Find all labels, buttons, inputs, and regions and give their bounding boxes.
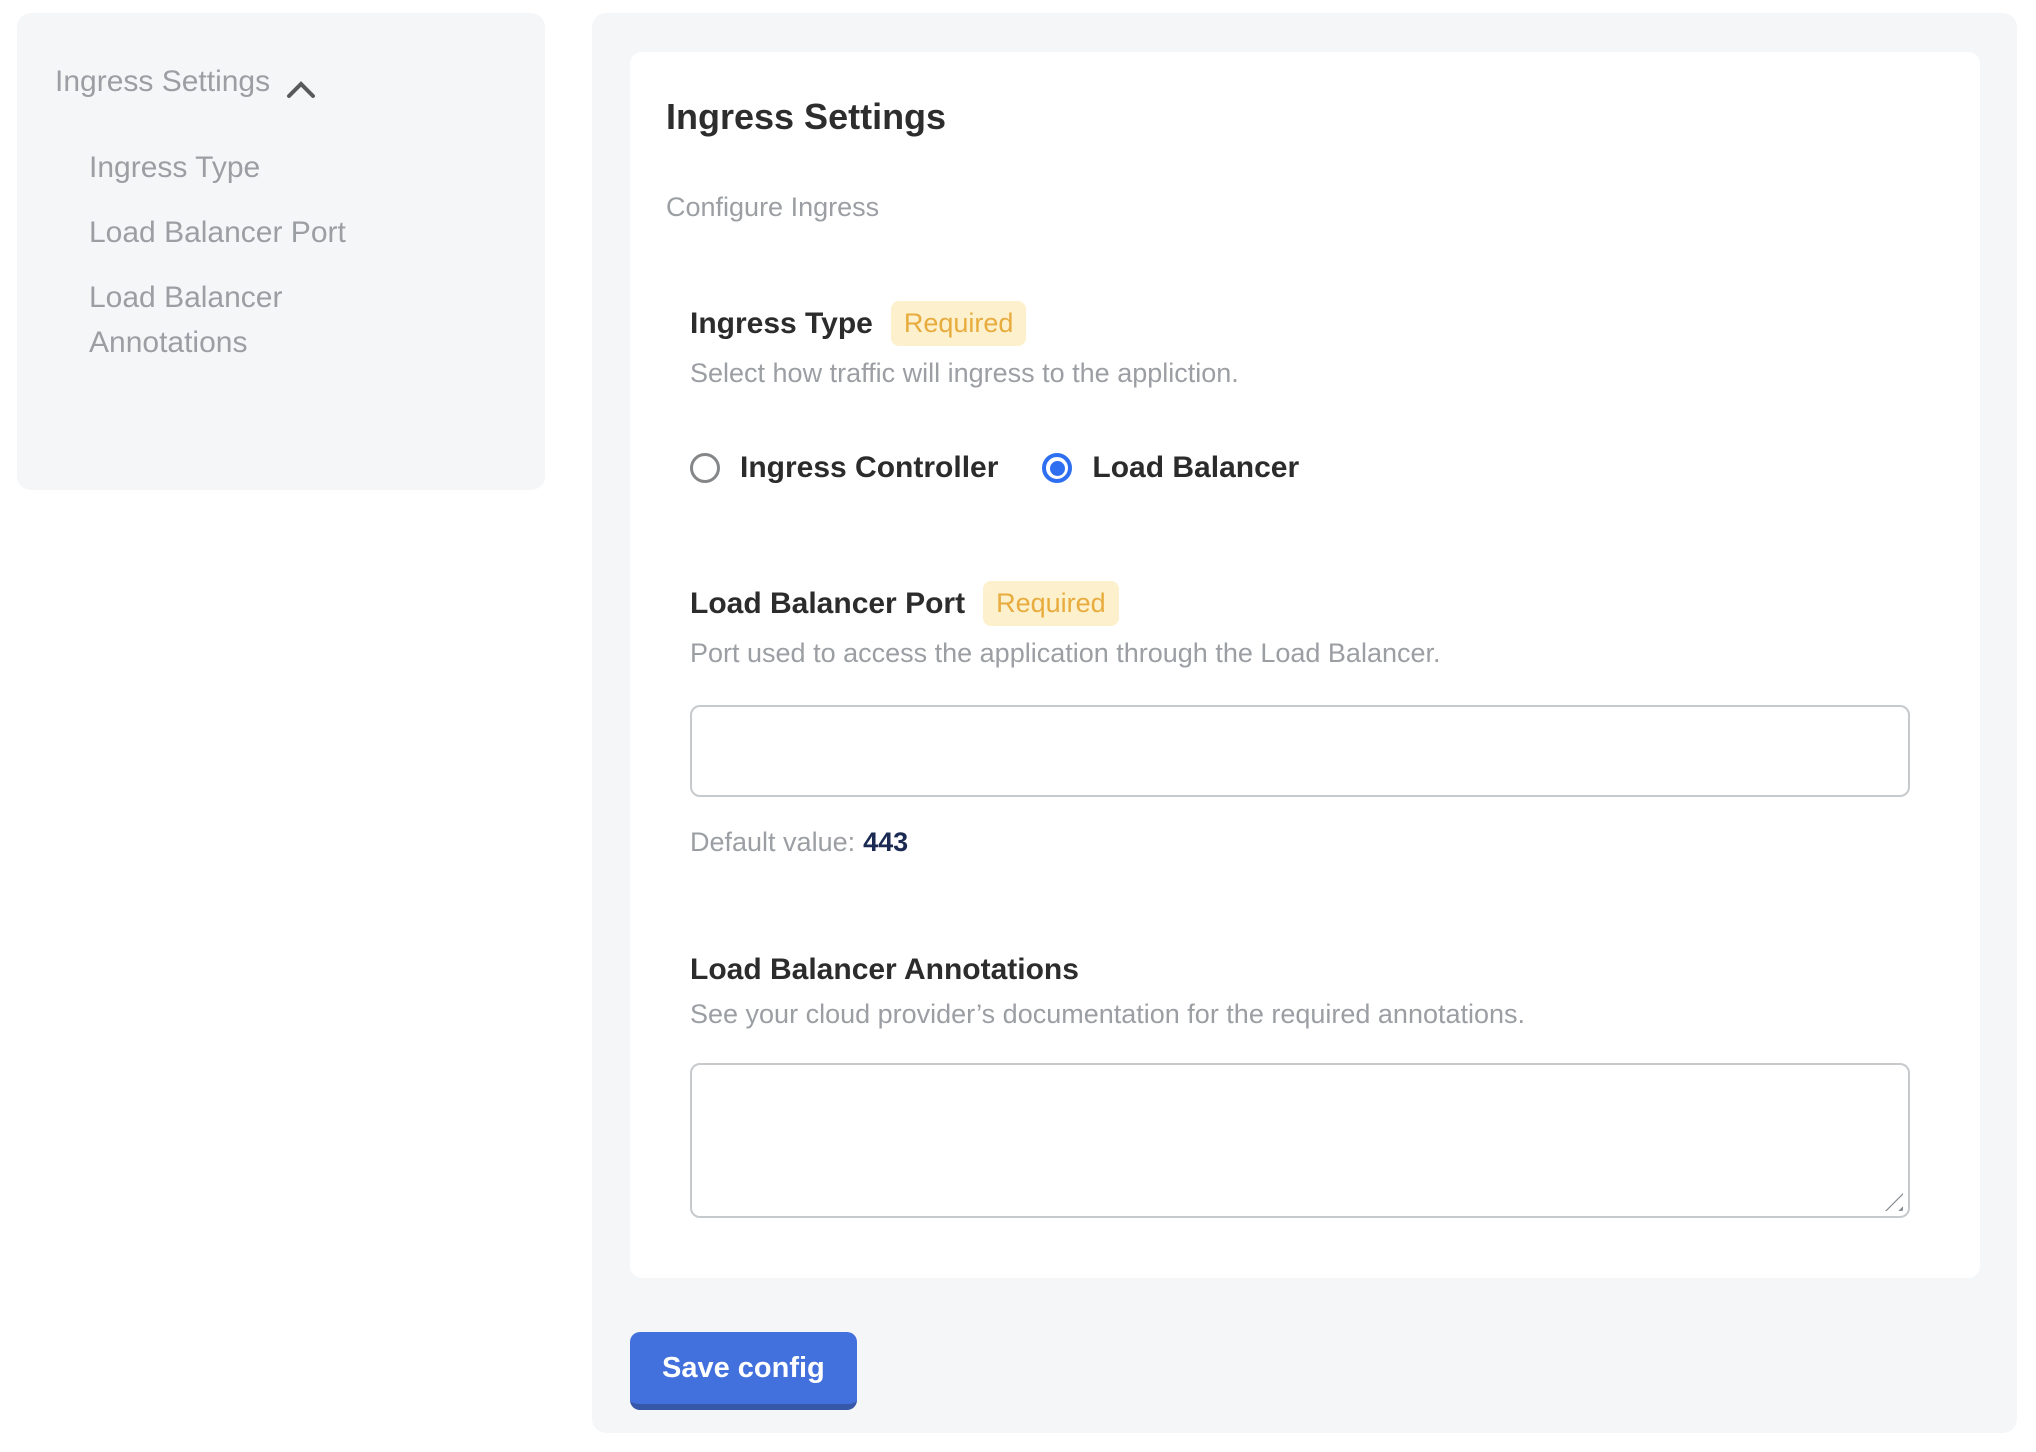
radio-label-load-balancer: Load Balancer	[1092, 451, 1299, 485]
radio-load-balancer[interactable]	[1042, 453, 1072, 483]
main-panel: Ingress Settings Configure Ingress Ingre…	[592, 13, 2017, 1433]
ingress-type-options: Ingress Controller Load Balancer	[690, 451, 1944, 485]
radio-selected-dot	[1050, 461, 1065, 476]
lb-port-default-row: Default value: 443	[690, 827, 1944, 858]
section-load-balancer-port: Load Balancer Port Required Port used to…	[690, 581, 1944, 858]
lb-annotations-description: See your cloud provider’s documentation …	[690, 999, 1944, 1030]
sidebar-group-label: Ingress Settings	[55, 65, 270, 99]
radio-option-load-balancer[interactable]: Load Balancer	[1042, 451, 1299, 485]
required-badge: Required	[891, 301, 1027, 346]
sidebar-item-ingress-type[interactable]: Ingress Type	[55, 145, 415, 190]
section-ingress-type: Ingress Type Required Select how traffic…	[690, 301, 1944, 485]
lb-port-description: Port used to access the application thro…	[690, 638, 1944, 669]
page-subtitle: Configure Ingress	[666, 192, 1944, 223]
radio-ingress-controller[interactable]	[690, 453, 720, 483]
save-config-button[interactable]: Save config	[630, 1332, 857, 1410]
chevron-up-icon	[286, 74, 316, 94]
radio-option-ingress-controller[interactable]: Ingress Controller	[690, 451, 998, 485]
lb-port-input[interactable]	[690, 705, 1910, 797]
section-load-balancer-annotations: Load Balancer Annotations See your cloud…	[690, 953, 1944, 1218]
ingress-settings-card: Ingress Settings Configure Ingress Ingre…	[630, 52, 1980, 1278]
ingress-type-description: Select how traffic will ingress to the a…	[690, 358, 1944, 389]
default-value-number: 443	[863, 827, 908, 857]
radio-label-ingress-controller: Ingress Controller	[740, 451, 998, 485]
required-badge: Required	[983, 581, 1119, 626]
page-title: Ingress Settings	[666, 96, 1944, 138]
settings-sidebar: Ingress Settings Ingress Type Load Balan…	[17, 13, 545, 490]
sidebar-group-ingress-settings[interactable]: Ingress Settings	[55, 65, 509, 99]
sidebar-item-load-balancer-annotations[interactable]: Load Balancer Annotations	[55, 275, 415, 365]
sidebar-item-load-balancer-port[interactable]: Load Balancer Port	[55, 210, 415, 255]
lb-annotations-textarea[interactable]	[690, 1063, 1910, 1218]
lb-port-label: Load Balancer Port	[690, 587, 965, 621]
default-value-label: Default value:	[690, 827, 855, 857]
lb-annotations-textarea-wrap	[690, 1063, 1910, 1218]
lb-annotations-label: Load Balancer Annotations	[690, 953, 1079, 987]
ingress-type-label: Ingress Type	[690, 307, 873, 341]
